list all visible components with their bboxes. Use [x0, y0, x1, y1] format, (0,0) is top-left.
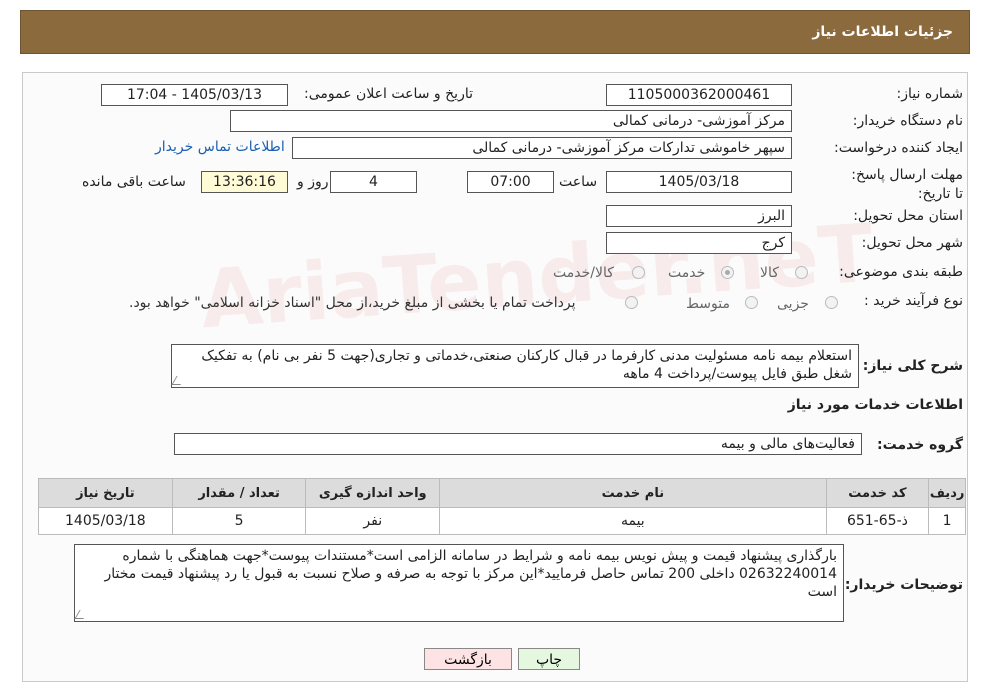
col-unit: واحد اندازه گیری [305, 478, 441, 508]
deadline-days-label: روز و [297, 174, 329, 190]
purchase-type-label: نوع فرآیند خرید : [864, 293, 963, 309]
purchase-radio-medium[interactable] [745, 296, 758, 309]
deadline-time-label: ساعت [559, 174, 598, 190]
service-group-label: گروه خدمت: [877, 437, 963, 453]
cell-row-number: 1 [928, 507, 966, 535]
category-radio-goods[interactable] [795, 266, 808, 279]
table-row: 1 ذ-65-651 بیمه نفر 5 1405/03/18 [38, 507, 966, 535]
cell-need-date: 1405/03/18 [38, 507, 173, 535]
need-number-label: شماره نیاز: [896, 86, 964, 102]
province-label: استان محل تحویل: [853, 208, 963, 224]
page-header: جزئیات اطلاعات نیاز [20, 10, 970, 54]
purchase-option-medium: متوسط [686, 296, 730, 312]
page-title: جزئیات اطلاعات نیاز [812, 24, 953, 40]
service-group-field: فعالیت‌های مالی و بیمه [174, 433, 862, 455]
resize-grip-icon[interactable] [171, 376, 186, 385]
deadline-date-field: 1405/03/18 [606, 171, 792, 193]
resize-grip-icon[interactable] [74, 610, 89, 619]
summary-textarea[interactable]: استعلام بیمه نامه مسئولیت مدنی کارفرما د… [171, 344, 859, 388]
col-need-date: تاریخ نیاز [38, 478, 173, 508]
summary-label: شرح کلی نیاز: [862, 358, 963, 374]
category-radio-service[interactable] [721, 266, 734, 279]
cell-unit: نفر [305, 507, 441, 535]
category-option-goods-service: کالا/خدمت [553, 265, 614, 281]
deadline-label: مهلت ارسال پاسخ: تا تاریخ: [851, 167, 963, 202]
services-table: ردیف کد خدمت نام خدمت واحد اندازه گیری ت… [38, 478, 966, 535]
summary-text: استعلام بیمه نامه مسئولیت مدنی کارفرما د… [201, 348, 852, 382]
city-field: کرج [606, 232, 792, 254]
col-row-number: ردیف [928, 478, 966, 508]
buyer-contact-link[interactable]: اطلاعات تماس خریدار [155, 139, 285, 155]
requester-label: ایجاد کننده درخواست: [834, 140, 963, 156]
purchase-radio-minor[interactable] [825, 296, 838, 309]
category-option-goods: کالا [760, 265, 779, 281]
category-radio-goods-service[interactable] [632, 266, 645, 279]
buyer-org-label: نام دستگاه خریدار: [852, 113, 963, 129]
remaining-time-field: 13:36:16 [201, 171, 288, 193]
buyer-notes-text: بارگذاری پیشنهاد قیمت و پیش نویس بیمه نا… [104, 548, 837, 600]
cell-quantity: 5 [171, 507, 307, 535]
buyer-notes-textarea[interactable]: بارگذاری پیشنهاد قیمت و پیش نویس بیمه نا… [74, 544, 844, 622]
requester-field: سپهر خاموشی تدارکات مرکز آموزشی- درمانی … [292, 137, 792, 159]
treasury-checkbox[interactable] [625, 296, 638, 309]
announce-datetime-label: تاریخ و ساعت اعلان عمومی: [304, 86, 473, 102]
remaining-time-label: ساعت باقی مانده [82, 174, 186, 190]
city-label: شهر محل تحویل: [861, 235, 963, 251]
deadline-time-field: 07:00 [467, 171, 554, 193]
province-field: البرز [606, 205, 792, 227]
purchase-option-minor: جزیی [777, 296, 809, 312]
services-section-title: اطلاعات خدمات مورد نیاز [787, 397, 963, 413]
category-option-service: خدمت [668, 265, 706, 281]
deadline-days-field: 4 [330, 171, 417, 193]
announce-datetime-field: 1405/03/13 - 17:04 [101, 84, 288, 106]
back-button[interactable]: بازگشت [424, 648, 512, 670]
services-table-header: ردیف کد خدمت نام خدمت واحد اندازه گیری ت… [38, 478, 966, 508]
buyer-notes-label: توضیحات خریدار: [844, 577, 963, 593]
need-number-field: 1105000362000461 [606, 84, 792, 106]
col-service-name: نام خدمت [439, 478, 827, 508]
cell-service-name: بیمه [439, 507, 827, 535]
print-button[interactable]: چاپ [518, 648, 580, 670]
col-service-code: کد خدمت [825, 478, 930, 508]
buyer-org-field: مرکز آموزشی- درمانی کمالی [230, 110, 792, 132]
category-label: طبقه بندی موضوعی: [839, 264, 963, 280]
treasury-note: پرداخت تمام یا بخشی از مبلغ خرید،از محل … [129, 295, 576, 311]
cell-service-code: ذ-65-651 [825, 507, 930, 535]
col-quantity: تعداد / مقدار [171, 478, 307, 508]
